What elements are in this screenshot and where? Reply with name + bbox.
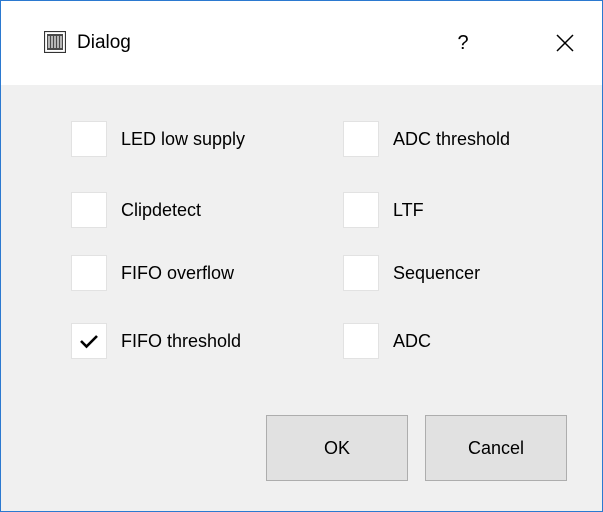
- checkbox-box[interactable]: [343, 192, 379, 228]
- checkbox-box[interactable]: [343, 255, 379, 291]
- checkbox-label: LED low supply: [121, 128, 246, 149]
- checkbox-box[interactable]: [71, 255, 107, 291]
- checkbox-sequencer[interactable]: Sequencer: [343, 253, 480, 293]
- checkbox-adc-threshold[interactable]: ADC threshold: [343, 119, 510, 159]
- help-button[interactable]: ?: [447, 27, 479, 59]
- cancel-button[interactable]: Cancel: [425, 415, 567, 481]
- dialog-window: Dialog ? LED low supply Clipdetect FIFO …: [0, 0, 603, 512]
- checkbox-box[interactable]: [71, 121, 107, 157]
- window-title: Dialog: [77, 32, 131, 53]
- checkbox-fifo-threshold[interactable]: FIFO threshold: [71, 321, 241, 361]
- app-icon: [44, 31, 66, 53]
- ok-button[interactable]: OK: [266, 415, 408, 481]
- checkbox-box[interactable]: [71, 323, 107, 359]
- checkbox-label: ADC threshold: [393, 128, 511, 149]
- checkbox-label: Clipdetect: [121, 199, 202, 220]
- checkbox-fifo-overflow[interactable]: FIFO overflow: [71, 253, 234, 293]
- close-icon: [556, 34, 574, 52]
- title-bar[interactable]: Dialog ?: [1, 1, 602, 85]
- checkbox-label: FIFO overflow: [121, 262, 235, 283]
- close-button[interactable]: [549, 27, 581, 59]
- checkbox-adc[interactable]: ADC: [343, 321, 431, 361]
- checkbox-box[interactable]: [343, 323, 379, 359]
- checkbox-clipdetect[interactable]: Clipdetect: [71, 190, 201, 230]
- checkbox-ltf[interactable]: LTF: [343, 190, 424, 230]
- checkbox-label: Sequencer: [393, 262, 481, 283]
- checkbox-label: FIFO threshold: [121, 330, 242, 351]
- checkbox-label: ADC: [393, 330, 432, 351]
- checkmark-icon: [80, 335, 98, 349]
- dialog-client-area: LED low supply Clipdetect FIFO overflow …: [1, 85, 602, 511]
- checkbox-box[interactable]: [71, 192, 107, 228]
- checkbox-led-low-supply[interactable]: LED low supply: [71, 119, 245, 159]
- checkbox-label: LTF: [393, 199, 424, 220]
- checkbox-box[interactable]: [343, 121, 379, 157]
